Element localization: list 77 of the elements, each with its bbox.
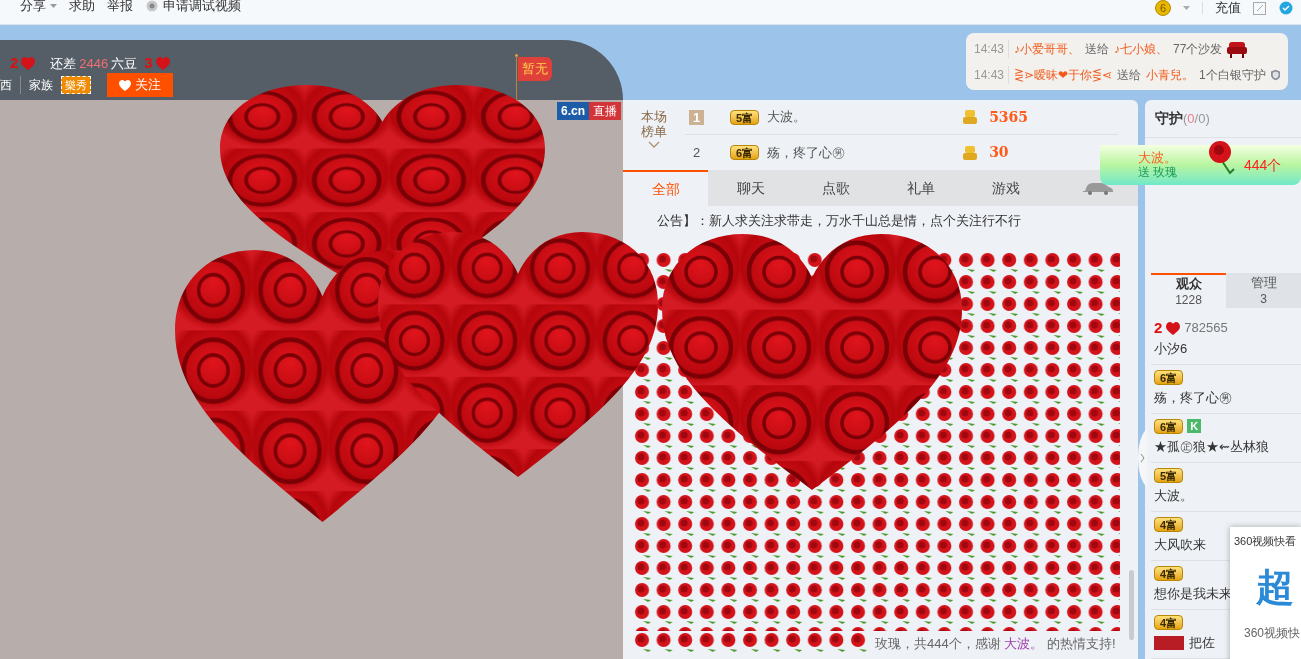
chat-tab[interactable]: 礼单 (878, 170, 963, 206)
progress-amount: 2446 (79, 54, 109, 73)
brand-badge: 6.cn (557, 102, 589, 120)
chat-tab[interactable]: 游戏 (963, 170, 1048, 206)
wealth-badge: 4富 (1154, 516, 1184, 532)
audience-tab[interactable]: 管理 3 (1226, 273, 1301, 308)
caret-icon (1183, 6, 1190, 10)
wealth-badge: 6富 (730, 145, 760, 160)
user-name[interactable]: 殇，疼了心㊚ (1154, 388, 1232, 408)
user-name[interactable]: 大波。 (1154, 486, 1193, 506)
rose-icon (1208, 139, 1238, 177)
camera-icon (145, 0, 159, 12)
edit-icon (1253, 1, 1267, 15)
popup-title: 360视频快看 (1234, 534, 1298, 549)
verb-text: 送给 (1117, 66, 1142, 84)
toolbar-link[interactable]: 求助 (69, 0, 95, 12)
level-number: 2 (1154, 317, 1163, 338)
caret-icon (50, 4, 57, 8)
announcement-text: 公告】：新人求关注求带走，万水千山总是情，点个关注行不行 (656, 212, 1022, 230)
flag-label: 暂无 (518, 57, 552, 81)
guard-title: 守护 (1155, 108, 1183, 128)
flag-pole-icon (515, 54, 518, 100)
gift-text: 1个白银守护 (1199, 66, 1266, 84)
time-text: 14:43 (974, 39, 1010, 58)
rank-number: 2 (691, 145, 702, 160)
live-badge: 直播 (589, 102, 621, 120)
progress-label: 还差 (50, 54, 77, 73)
heart-icon (21, 56, 36, 70)
family-tag: 樂秀 (61, 75, 91, 95)
user-name[interactable]: 大风吹来 (1154, 535, 1206, 555)
heart-icon (119, 79, 131, 91)
gift-action: 送 玫瑰 (1138, 165, 1179, 179)
chat-tab[interactable]: 点歌 (793, 170, 878, 206)
user-name: 殇，疼了心㊚ (767, 143, 847, 162)
rank-number: 1 (689, 109, 704, 125)
user-name[interactable]: 把佐 (1189, 633, 1215, 653)
level-number: 3 (144, 53, 153, 73)
chevron-down-icon (648, 141, 660, 148)
wealth-badge: 4富 (1154, 614, 1184, 630)
level-number: 2 (10, 53, 19, 73)
guard-count: (0/0) (1183, 109, 1210, 128)
user-name[interactable]: 想你是我未来 (1154, 584, 1232, 604)
user-name[interactable]: 小汐6 (1154, 339, 1188, 359)
user-name: 大波。 (767, 108, 808, 127)
ranking-title: 本场榜单 (640, 109, 668, 139)
heart-icon (1166, 321, 1181, 335)
time-text: 14:43 (974, 65, 1010, 84)
recharge-link[interactable]: 充值 (1202, 2, 1241, 14)
scrollbar-thumb[interactable] (1129, 570, 1134, 640)
user-name: 大波。 (1138, 151, 1178, 165)
family-label: 家族 (29, 77, 53, 94)
wealth-badge: 6富 (1154, 418, 1184, 434)
wealth-badge: 6富 (1154, 369, 1184, 385)
wealth-badge: 5富 (730, 109, 760, 125)
sofa-icon (1227, 39, 1248, 58)
verb-text: 送给 (1085, 40, 1110, 58)
gift-count: 444个 (1244, 155, 1282, 175)
car-icon (1083, 181, 1113, 195)
apply-link[interactable]: 申请调试视频 (163, 0, 241, 12)
popup-footer: 360视频快 (1244, 623, 1301, 642)
heart-icon (155, 56, 170, 70)
tag-icon (1154, 635, 1184, 650)
progress-unit: 六豆 (111, 54, 138, 73)
chat-tab[interactable]: 聊天 (708, 170, 793, 206)
logo-text: 超 (1256, 564, 1295, 610)
user-name[interactable]: ★孤㊣狼★⇜丛林狼 (1154, 437, 1269, 457)
amount-text: 30 (989, 143, 1009, 162)
gift-text: 77个沙发 (1173, 40, 1223, 58)
k-badge: K (1187, 419, 1202, 433)
wealth-badge: 4富 (1154, 565, 1184, 581)
gift-thanks-text: 玫瑰，共444个，感谢 大波。 的热情支持! (875, 634, 1116, 653)
location-text: 西 (0, 76, 21, 94)
user-link[interactable]: 大波。 (1004, 635, 1044, 651)
amount-text: 5365 (989, 107, 1029, 127)
wealth-badge: 5富 (1154, 467, 1184, 483)
coin-badge: 6 (1155, 0, 1171, 16)
user-id: 782565 (1184, 319, 1228, 338)
